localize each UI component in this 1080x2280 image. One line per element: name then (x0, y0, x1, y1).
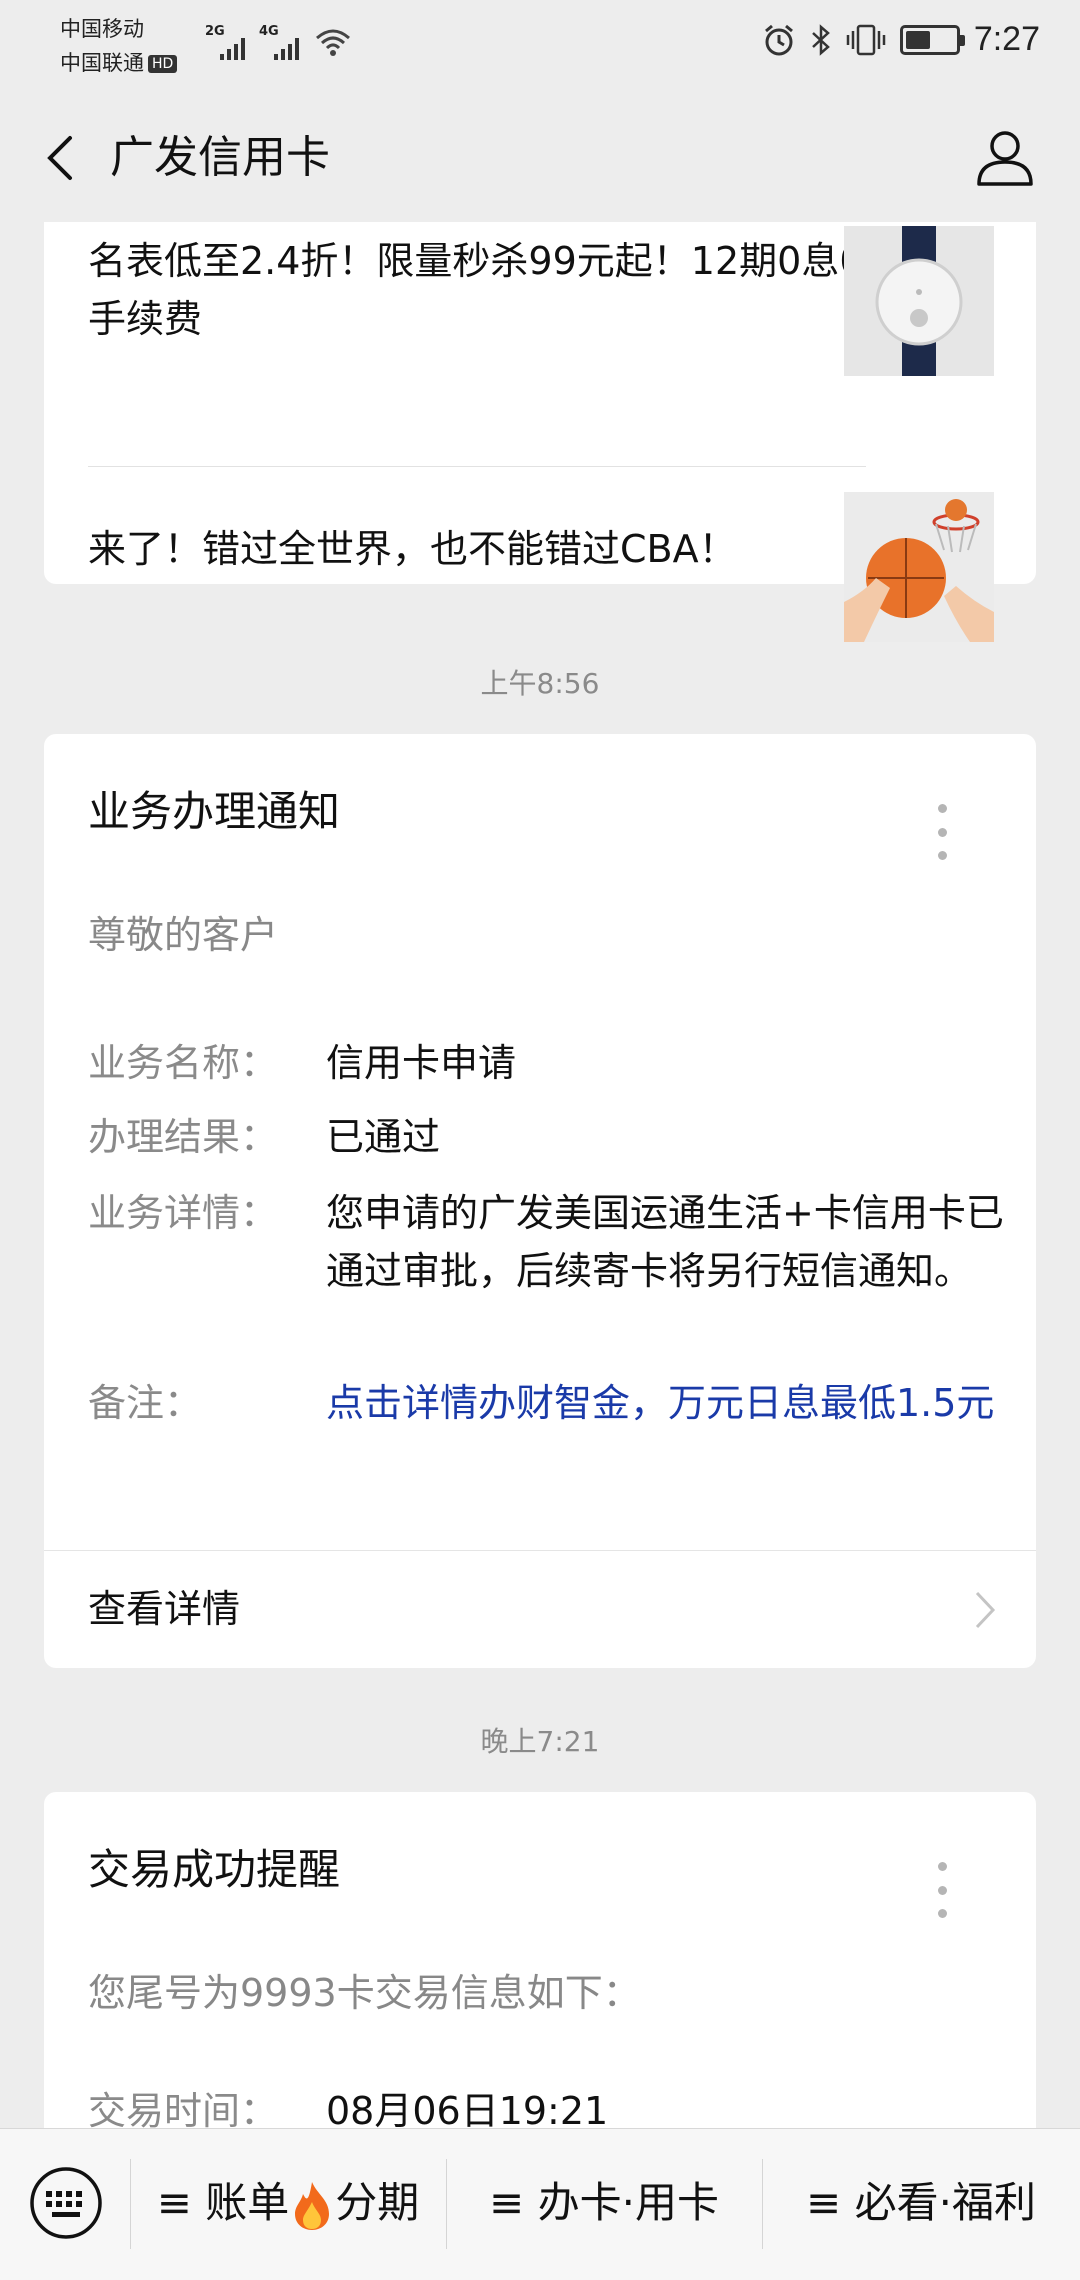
news-item[interactable]: 名表低至2.4折！限量秒杀99元起！12期0息0手续费 (88, 232, 866, 348)
menu-bill-label: ≡ 账单 (156, 2178, 290, 2227)
chevron-right-icon (975, 1591, 996, 1629)
news-card: 名表低至2.4折！限量秒杀99元起！12期0息0手续费 来了！错过全世界，也不能… (44, 222, 1036, 642)
menu-installment-label: 分期 (335, 2178, 420, 2227)
menu-apply-card[interactable]: ≡ 办卡·用卡 (446, 2173, 762, 2233)
bottom-menu: ≡ 账单 分期 ≡ 办卡·用卡 ≡ 必看·福利 (0, 2128, 1080, 2280)
basketball-image[interactable] (844, 492, 994, 642)
fire-icon (295, 2181, 330, 2230)
page-title: 广发信用卡 (110, 132, 330, 183)
alarm-icon (764, 24, 793, 55)
card-title: 业务办理通知 (88, 787, 341, 836)
divider (88, 466, 866, 467)
wifi-icon (316, 29, 350, 56)
back-arrow-icon[interactable] (34, 130, 90, 186)
field-value: 08月06日19:21 (326, 2089, 609, 2128)
menu-bill-installment[interactable]: ≡ 账单 分期 (130, 2173, 446, 2233)
status-time: 7:27 (973, 20, 1040, 58)
news-item-text: 来了！错过全世界，也不能错过CBA！ (88, 527, 737, 571)
message-time: 晚上7:21 (480, 1725, 600, 1758)
transaction-notice-card: 交易成功提醒 您尾号为9993卡交易信息如下： 交易时间： 08月06日19:2… (44, 1792, 1036, 2128)
field-value: 已通过 (326, 1115, 441, 1159)
nav-bar: 广发信用卡 (0, 96, 1080, 222)
news-item-text: 名表低至2.4折！限量秒杀99元起！12期0息0手续费 (88, 239, 864, 341)
vibrate-icon (846, 24, 886, 55)
field-label: 交易时间： (88, 2089, 279, 2128)
message-time: 上午8:56 (480, 667, 600, 700)
view-details-button[interactable]: 查看详情 (44, 1550, 1036, 1668)
field-label: 办理结果： (88, 1115, 279, 1159)
signal-4g-icon: 4G (259, 22, 299, 62)
field-value: 您申请的广发美国运通生活+卡信用卡已通过审批，后续寄卡将另行短信通知。 (326, 1191, 1004, 1293)
greeting-text: 尊敬的客户 (88, 913, 279, 957)
bluetooth-icon (811, 23, 830, 56)
card-title: 交易成功提醒 (88, 1845, 341, 1894)
news-item[interactable]: 来了！错过全世界，也不能错过CBA！ (88, 520, 866, 578)
network-type-4g: 4G (259, 24, 279, 39)
network-type-2g: 2G (205, 24, 225, 39)
status-bar: 中国移动 中国联通 HD 2G 4G 7:27 (0, 0, 1080, 96)
carrier-1: 中国移动 (60, 17, 144, 41)
profile-icon[interactable] (974, 126, 1036, 188)
remark-link[interactable]: 点击详情办财智金，万元日息最低1.5元 (326, 1374, 1006, 1432)
field-label: 业务名称： (88, 1041, 279, 1085)
battery-icon (899, 24, 965, 55)
keyboard-icon[interactable] (28, 2165, 104, 2241)
greeting-text: 您尾号为9993卡交易信息如下： (88, 1971, 641, 2015)
more-options-icon[interactable] (934, 1862, 950, 1918)
signal-2g-icon: 2G (205, 22, 245, 62)
message-list[interactable]: 名表低至2.4折！限量秒杀99元起！12期0息0手续费 来了！错过全世界，也不能… (0, 222, 1080, 2128)
watch-image[interactable] (844, 226, 994, 376)
field-label: 业务详情： (88, 1191, 279, 1235)
menu-benefits[interactable]: ≡ 必看·福利 (762, 2173, 1080, 2233)
field-label: 备注： (88, 1381, 203, 1425)
field-value: 信用卡申请 (326, 1041, 517, 1085)
carrier-info: 中国移动 中国联通 HD (60, 12, 178, 80)
hd-badge: HD (148, 55, 178, 73)
more-options-icon[interactable] (934, 804, 950, 860)
carrier-2: 中国联通 (60, 51, 144, 75)
business-notice-card: 业务办理通知 尊敬的客户 业务名称： 信用卡申请 办理结果： 已通过 业务详情：… (44, 734, 1036, 1668)
view-details-label: 查看详情 (88, 1587, 241, 1631)
